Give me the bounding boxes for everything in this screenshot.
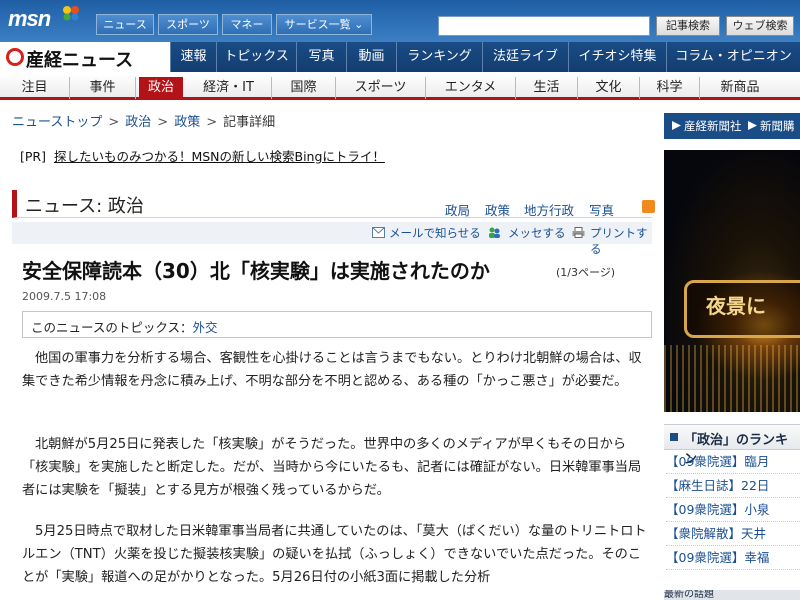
ranking-item[interactable]: 【麻生日誌】22日 <box>666 476 800 498</box>
messenger-icon <box>489 227 500 238</box>
category-incidents[interactable]: 事件 <box>70 77 136 99</box>
category-culture[interactable]: 文化 <box>578 77 640 99</box>
sankei-logo: 産経ニュース <box>26 50 134 71</box>
category-science[interactable]: 科学 <box>640 77 700 99</box>
recent-topics-header: 最新の話題 <box>664 590 800 600</box>
print-icon <box>572 227 585 238</box>
section-header: ニュース: 政治 政局 政策 地方行政 写真 <box>12 190 655 219</box>
chevron-down-icon: ⌄ <box>354 18 364 31</box>
sankei-header: 産経ニュース 速報 トピックス 写真 動画 ランキング 法廷ライブ イチオシ特集… <box>0 42 800 72</box>
email-share-link[interactable]: メールで知らせる <box>389 225 481 241</box>
pr-link[interactable]: 探したいものみつかる！MSNの新しい検索Bingにトライ！ <box>54 149 385 164</box>
msn-tab-money[interactable]: マネー <box>222 14 272 35</box>
breadcrumb-news-top[interactable]: ニューストップ <box>12 115 102 130</box>
breadcrumb-current: 記事詳細 <box>223 115 276 130</box>
sidebar-link-subscribe[interactable]: 新聞購 <box>760 118 795 134</box>
section-link-political-situation[interactable]: 政局 <box>445 200 470 219</box>
msn-tab-services[interactable]: サービス一覧 ⌄ <box>276 14 372 35</box>
topic-box: このニュースのトピックス：外交 <box>22 311 652 338</box>
nav-breaking[interactable]: 速報 <box>170 42 216 72</box>
msn-tab-news[interactable]: ニュース <box>96 14 154 35</box>
arrow-right-icon <box>672 121 681 130</box>
nav-video[interactable]: 動画 <box>346 42 396 72</box>
ranking-header: 「政治」のランキン <box>664 424 800 467</box>
breadcrumb-separator: > <box>206 115 218 130</box>
topic-label: このニュースのトピックス： <box>31 320 193 335</box>
breadcrumb-policy[interactable]: 政策 <box>174 115 200 130</box>
night-view-ad[interactable]: 夜景に <box>664 150 800 412</box>
category-new-products[interactable]: 新商品 <box>700 77 780 99</box>
sidebar-nav: 産経新聞社 新聞購 <box>664 113 800 139</box>
page-indicator: (1/3ページ) <box>556 266 616 279</box>
category-life[interactable]: 生活 <box>516 77 578 99</box>
nav-topics[interactable]: トピックス <box>216 42 296 72</box>
article-paragraph: 北朝鮮が5月25日に発表した「核実験」がそうだった。世界中の多くのメディアが早く… <box>22 437 642 498</box>
article-date: 2009.7.5 17:08 <box>22 290 107 303</box>
section-link-photos[interactable]: 写真 <box>589 200 614 219</box>
mail-icon <box>372 227 385 238</box>
rss-icon[interactable] <box>642 200 655 213</box>
category-economy[interactable]: 経済・IT <box>186 77 272 99</box>
topic-link-diplomacy[interactable]: 外交 <box>193 320 218 335</box>
category-sports[interactable]: スポーツ <box>336 77 426 99</box>
pr-line: [PR] 探したいものみつかる！MSNの新しい検索Bingにトライ！ <box>20 146 385 165</box>
nav-ranking[interactable]: ランキング <box>396 42 482 72</box>
msn-logo[interactable]: msn <box>8 6 51 32</box>
search-input[interactable] <box>438 16 650 36</box>
messenger-share-link[interactable]: メッセする <box>508 225 566 241</box>
section-title: ニュース: 政治 <box>25 196 144 217</box>
pr-tag: [PR] <box>20 149 46 164</box>
web-search-button[interactable]: ウェブ検索 <box>726 16 794 36</box>
msn-tab-sports[interactable]: スポーツ <box>158 14 218 35</box>
category-featured[interactable]: 注目 <box>0 77 70 99</box>
nav-photos[interactable]: 写真 <box>296 42 346 72</box>
category-politics[interactable]: 政治 <box>139 77 183 99</box>
sidebar-link-sankei[interactable]: 産経新聞社 <box>684 118 742 134</box>
breadcrumb-politics[interactable]: 政治 <box>125 115 151 130</box>
ranking-item[interactable]: 【09衆院選】臨月 <box>666 452 800 474</box>
msn-tab-services-label: サービス一覧 <box>284 18 351 31</box>
ranking-item[interactable]: 【09衆院選】小泉 <box>666 500 800 522</box>
ad-headline: 夜景に <box>706 294 766 318</box>
breadcrumb-separator: > <box>157 115 169 130</box>
breadcrumb-separator: > <box>108 115 120 130</box>
bullet-icon <box>670 433 678 441</box>
section-link-policy[interactable]: 政策 <box>485 200 510 219</box>
article-search-button[interactable]: 記事検索 <box>656 16 720 36</box>
ad-city-lights <box>664 345 800 412</box>
nav-columns[interactable]: コラム・オピニオン <box>666 42 800 72</box>
ranking-item[interactable]: 【衆院解散】天井 <box>666 524 800 546</box>
print-link[interactable]: プリントする <box>590 225 652 257</box>
category-international[interactable]: 国際 <box>272 77 336 99</box>
breadcrumb: ニューストップ > 政治 > 政策 > 記事詳細 <box>12 111 275 130</box>
sankei-logo-area[interactable]: 産経ニュース <box>0 42 170 72</box>
msn-top-bar: msn ニュース スポーツ マネー サービス一覧 ⌄ 記事検索 ウェブ検索 <box>0 0 800 42</box>
ranking-item[interactable]: 【09衆院選】幸福 <box>666 548 800 570</box>
article-headline: 安全保障読本（30）北「核実験」は実施されたのか <box>22 259 490 283</box>
category-entertainment[interactable]: エンタメ <box>426 77 516 99</box>
msn-butterfly-icon <box>63 6 79 21</box>
nav-features[interactable]: イチオシ特集 <box>568 42 666 72</box>
nav-court-live[interactable]: 法廷ライブ <box>482 42 568 72</box>
article-paragraph: 5月25日時点で取材した日米韓軍事当局者に共通していたのは、「莫大（ばくだい）な… <box>22 524 647 585</box>
arrow-right-icon <box>748 121 757 130</box>
sankei-logo-icon <box>6 48 24 66</box>
article-tools: メールで知らせる メッセする プリントする <box>12 222 652 256</box>
section-link-local-government[interactable]: 地方行政 <box>524 200 574 219</box>
article-paragraph: 他国の軍事力を分析する場合、客観性を心掛けることは言うまでもない。とりわけ北朝鮮… <box>22 351 642 389</box>
category-nav: 注目 事件 政治 経済・IT 国際 スポーツ エンタメ 生活 文化 科学 新商品 <box>0 74 800 100</box>
